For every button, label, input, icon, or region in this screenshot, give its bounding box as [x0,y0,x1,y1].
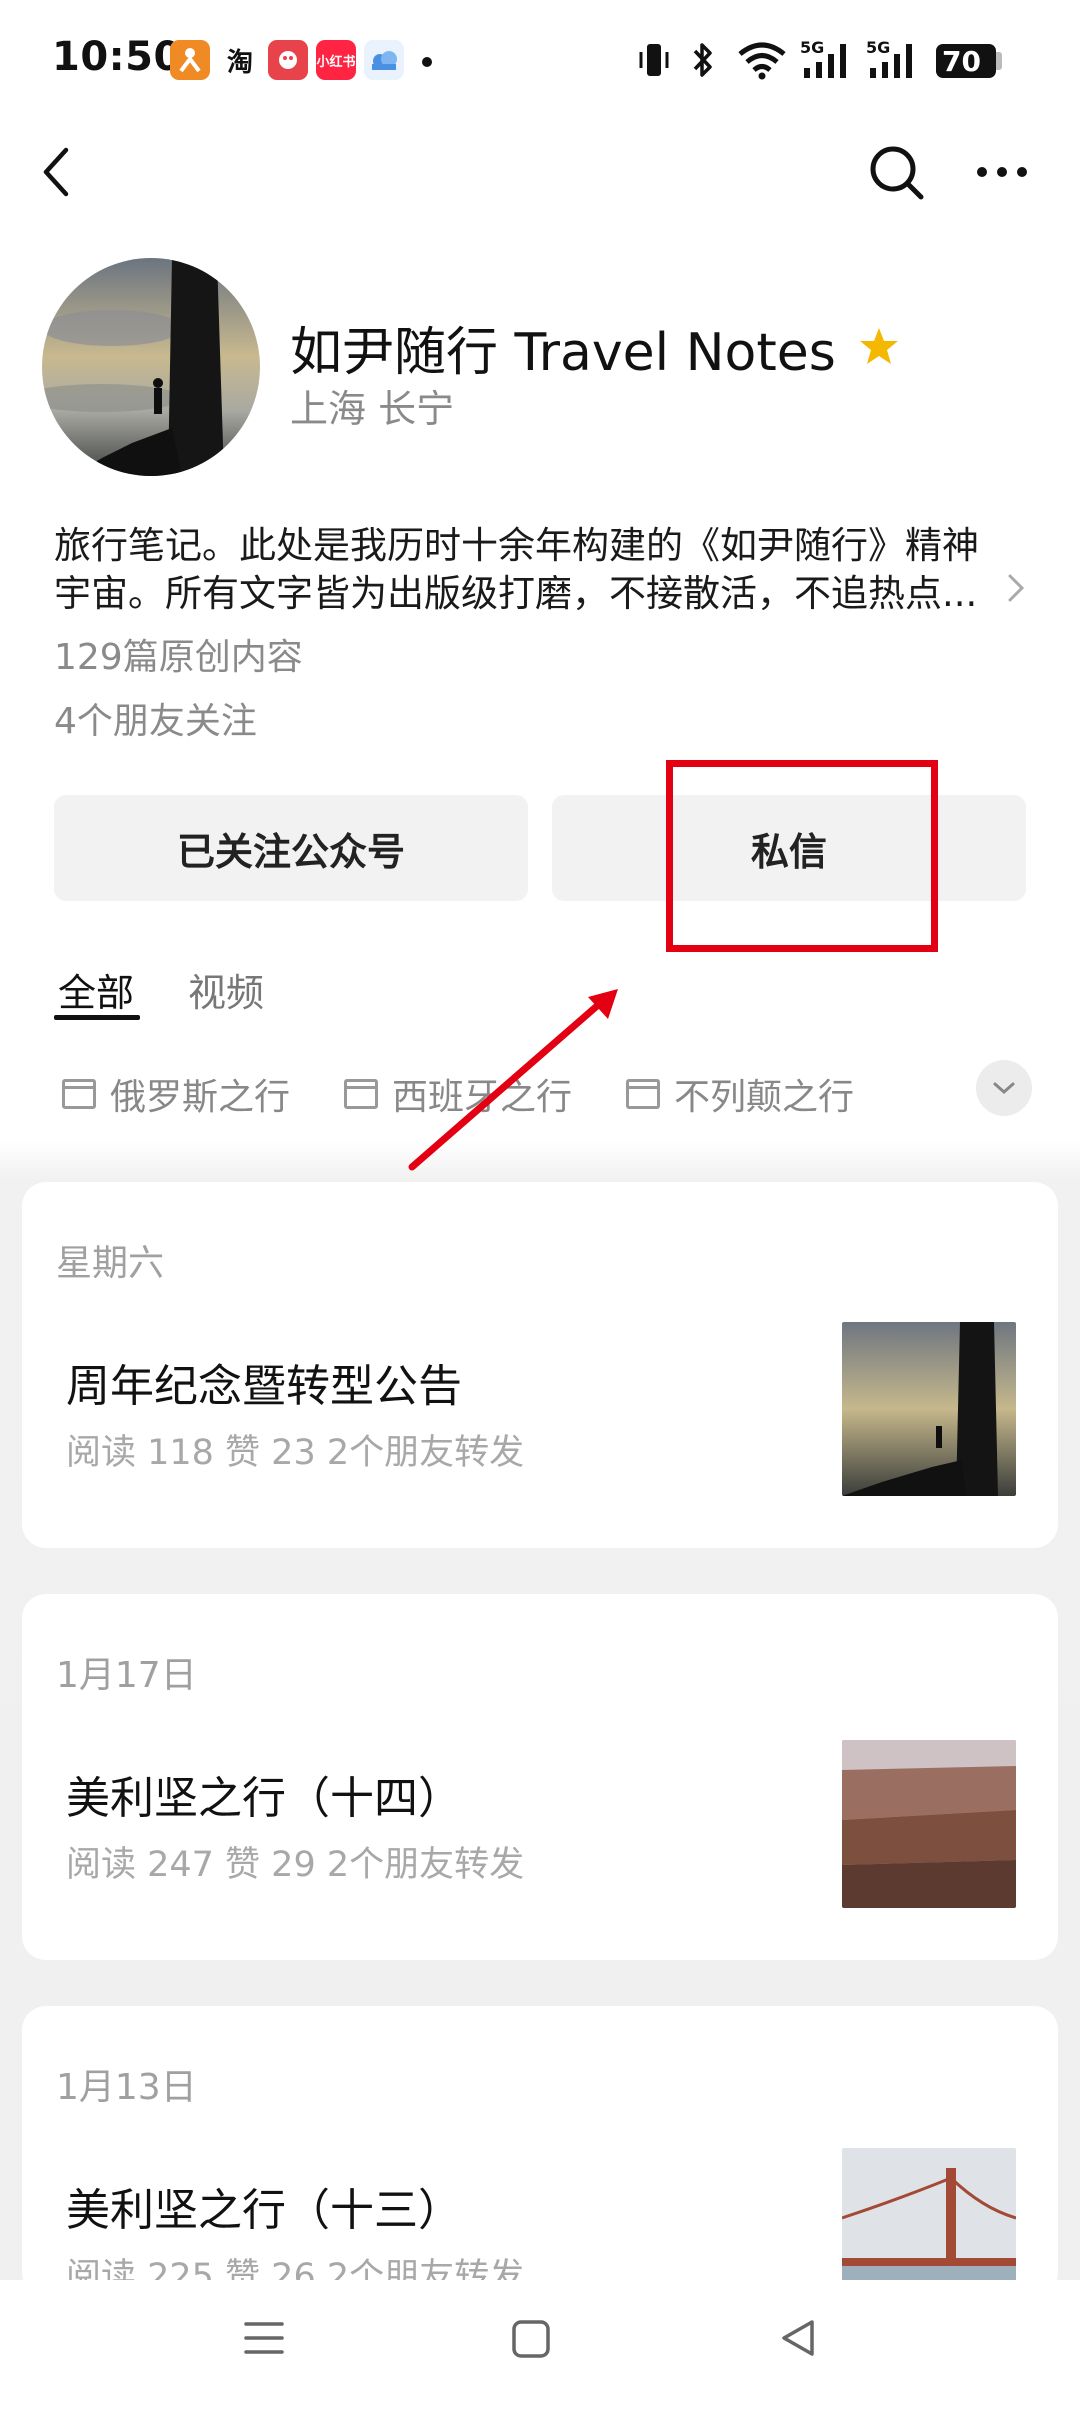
taobao-app-icon: 淘 [220,40,260,80]
tab-active-underline [54,1015,140,1020]
article-card[interactable]: 星期六 周年纪念暨转型公告 阅读 118 赞 23 2个朋友转发 [22,1182,1058,1548]
article-date: 星期六 [56,1243,165,1284]
collection-label: 俄罗斯之行 [110,1077,291,1118]
article-thumbnail [842,2148,1016,2296]
signal-5g-icon-2: 5G [866,38,924,82]
collection-label: 不列颠之行 [674,1077,855,1118]
battery-level: 70 [942,44,981,78]
folder-icon [626,1079,660,1109]
square-icon [512,2320,550,2358]
folder-icon [344,1079,378,1109]
article-date: 1月17日 [56,1655,197,1696]
tab-all[interactable]: 全部 [58,962,134,1017]
battery-indicator: 70 [936,44,996,78]
collection-britain[interactable]: 不列颠之行 [626,1068,854,1120]
cloud-app-icon [364,40,404,80]
article-title: 周年纪念暨转型公告 [66,1361,462,1412]
more-button[interactable] [972,150,1032,194]
article-card[interactable]: 1月17日 美利坚之行（十四） 阅读 247 赞 29 2个朋友转发 [22,1594,1058,1960]
article-thumbnail [842,1322,1016,1496]
back-button[interactable] [28,140,84,204]
star-icon [860,328,899,364]
status-time: 10:50 [52,34,182,80]
search-icon [870,146,924,200]
article-stats: 阅读 118 赞 23 2个朋友转发 [66,1433,525,1473]
original-count[interactable]: 129篇原创内容 [54,628,303,680]
annotation-arrow [408,989,618,1171]
notification-dot [422,57,432,67]
system-navigation-bar [0,2280,1080,2412]
tab-video[interactable]: 视频 [188,962,264,1017]
account-name: 如尹随行 Travel Notes [290,310,900,385]
expand-collections-button[interactable] [976,1060,1032,1116]
friends-following[interactable]: 4个朋友关注 [54,692,257,744]
xiaohongshu-app-icon: 小红书 [316,40,356,80]
article-card[interactable]: 1月13日 美利坚之行（十三） 阅读 225 赞 26 2个朋友转发 [22,2006,1058,2296]
account-name-text: 如尹随行 Travel Notes [290,323,836,383]
meituan-app-icon [170,40,210,80]
bio-line-2: 宇宙。所有文字皆为出版级打磨，不接散活，不追热点... [54,572,978,615]
article-thumbnail [842,1740,1016,1908]
location: 上海 长宁 [290,387,455,431]
chevron-down-icon [993,1082,1015,1095]
search-button[interactable] [864,140,930,206]
home-nav-button[interactable] [510,2318,552,2364]
article-title: 美利坚之行（十四） [66,1773,462,1824]
followed-button[interactable]: 已关注公众号 [54,795,528,901]
menu-nav-button[interactable] [242,2318,286,2362]
bio[interactable]: 旅行笔记。此处是我历时十余年构建的《如尹随行》精神 宇宙。所有文字皆为出版级打磨… [54,522,1014,618]
bluetooth-icon [690,40,716,84]
chevron-right-icon[interactable] [1006,572,1026,608]
folder-icon [62,1079,96,1109]
article-date: 1月13日 [56,2067,197,2108]
collection-russia[interactable]: 俄罗斯之行 [62,1068,290,1120]
wifi-icon [736,40,788,84]
more-icon [977,167,1027,177]
menu-icon [244,2322,284,2354]
annotation-highlight-box [666,760,938,952]
battery-tip [996,52,1002,70]
triangle-back-icon [782,2320,814,2356]
vibrate-icon [636,40,672,84]
article-title: 美利坚之行（十三） [66,2185,462,2236]
signal-5g-icon: 5G [800,38,858,82]
bio-line-1: 旅行笔记。此处是我历时十余年构建的《如尹随行》精神 [54,524,979,567]
game-app-icon [268,40,308,80]
chevron-left-icon [43,147,69,197]
avatar[interactable] [42,258,260,476]
article-stats: 阅读 247 赞 29 2个朋友转发 [66,1845,525,1885]
back-nav-button[interactable] [776,2316,818,2364]
